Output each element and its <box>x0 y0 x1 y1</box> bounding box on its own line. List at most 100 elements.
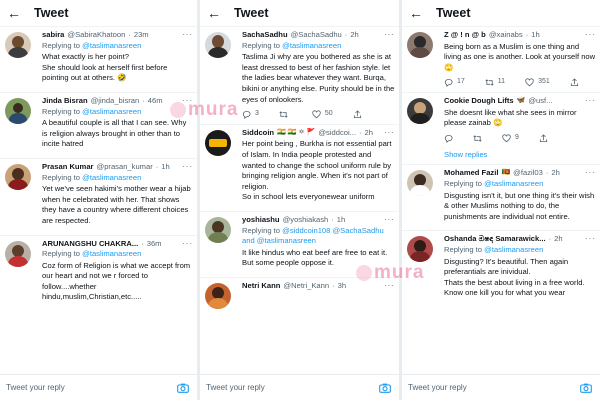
top-bar: ← Tweet <box>0 0 197 27</box>
author-name: yoshiashu <box>242 214 280 224</box>
tweet-text: Taslima Ji why are you bothered as she i… <box>242 52 395 104</box>
mention-link[interactable]: @taslimanasreen <box>484 179 543 188</box>
avatar[interactable] <box>205 282 231 309</box>
like-button[interactable]: 50 <box>312 109 333 120</box>
back-arrow-icon[interactable]: ← <box>4 5 24 21</box>
more-options-icon[interactable]: ··· <box>384 128 395 139</box>
camera-icon[interactable] <box>580 383 592 393</box>
more-options-icon[interactable]: ··· <box>384 215 395 226</box>
replying-to: Replying to @taslimanasreen <box>444 244 544 254</box>
mention-link[interactable]: @taslimanasreen <box>82 173 141 182</box>
timestamp: 36m <box>146 238 162 248</box>
timestamp: 3h <box>337 280 347 290</box>
reply-tweet[interactable]: SachaSadhu @SachaSadhu · 2h ··· Replying to… <box>200 27 399 125</box>
more-options-icon[interactable]: ··· <box>182 30 193 41</box>
reply-count: 3 <box>255 110 259 118</box>
reply-button[interactable]: 17 <box>444 77 465 88</box>
share-icon <box>539 133 547 142</box>
tweet-text: Disgusting? It's beautiful. Then again p… <box>444 256 585 298</box>
reply-button[interactable] <box>444 134 453 143</box>
retweet-icon <box>473 134 482 142</box>
mention-link[interactable]: @taslimanasreen <box>82 107 141 116</box>
reply-tweet[interactable]: Cookie Dough Lifts 🦋 @usf... ··· She doesn… <box>402 93 600 147</box>
more-options-icon[interactable]: ··· <box>585 234 596 245</box>
avatar[interactable] <box>5 240 31 267</box>
reply-tweet[interactable]: Oshanda ඔෂඳ Samarawick... · 2h ··· Replyin… <box>402 231 600 301</box>
reply-tweet[interactable]: ARUNANGSHU CHAKRA... · 36m ··· Replying to… <box>0 236 197 306</box>
camera-icon[interactable] <box>379 383 391 393</box>
reply-tweet[interactable]: yoshiashu @yoshiakash · 1h ··· Replying to … <box>200 212 399 278</box>
share-button[interactable] <box>353 110 362 119</box>
back-arrow-icon[interactable]: ← <box>406 5 426 21</box>
author-handle: @SabiraKhatoon <box>67 30 126 39</box>
show-replies-link[interactable]: Show replies <box>402 147 600 166</box>
tweet-text: Coz form of Religion is what we accept f… <box>42 260 191 302</box>
reply-tweet[interactable]: Netri Kann @Netri_Kann · 3h ··· <box>200 278 399 309</box>
reply-input[interactable]: Tweet your reply <box>408 383 580 392</box>
avatar[interactable] <box>205 129 231 156</box>
share-button[interactable] <box>570 78 579 87</box>
author-handle: @siddcoi... <box>318 127 357 137</box>
avatar[interactable] <box>5 32 31 58</box>
reply-tweet[interactable]: sabira @SabiraKhatoon · 23m ··· Replying to… <box>0 27 197 93</box>
heart-icon <box>502 133 511 142</box>
reply-tweet[interactable]: Z @ ! n @ b @xainabs · 1h ··· Being born as… <box>402 27 600 93</box>
avatar[interactable] <box>407 97 433 124</box>
reply-count: 17 <box>457 78 465 86</box>
tweet-text: Yet we've seen hakimi's mother wear a hi… <box>42 184 191 225</box>
reply-tweet[interactable]: Siddcoin 🇮🇳 🇮🇳 ⚛ 🚩 @siddcoi... · 2h ··· Her … <box>200 125 399 212</box>
name-emoji: 🦋 <box>516 96 526 104</box>
more-options-icon[interactable]: ··· <box>585 30 596 41</box>
avatar[interactable] <box>205 32 231 58</box>
retweet-button[interactable] <box>279 110 292 119</box>
reply-tweet[interactable]: Prasan Kumar @prasan_kumar · 1h ··· Replyin… <box>0 159 197 236</box>
reply-button[interactable]: 3 <box>242 109 259 120</box>
avatar[interactable] <box>407 236 433 263</box>
author-name: Cookie Dough Lifts <box>444 95 514 105</box>
mention-link[interactable]: @taslimanasreen <box>82 249 141 258</box>
heart-icon <box>312 110 321 119</box>
author-name: ARUNANGSHU CHAKRA... <box>42 238 139 248</box>
author-name: Mohamed Fazil <box>444 168 499 178</box>
reply-input[interactable]: Tweet your reply <box>206 383 379 392</box>
reply-list: Z @ ! n @ b @xainabs · 1h ··· Being born as… <box>402 27 600 374</box>
tweet-text: Her point being , Burkha is not essentia… <box>242 139 392 202</box>
reply-composer: Tweet your reply <box>200 374 399 400</box>
name-emoji-flags: 🇮🇳 🇮🇳 ⚛ 🚩 <box>277 128 316 136</box>
share-button[interactable] <box>539 133 548 143</box>
camera-icon[interactable] <box>177 383 189 393</box>
tweet-panel-middle: ← Tweet SachaSadhu @SachaSadhu · 2h ··· Rep… <box>200 0 399 400</box>
retweet-button[interactable] <box>473 134 482 143</box>
reply-list: SachaSadhu @SachaSadhu · 2h ··· Replying to… <box>200 27 399 374</box>
retweet-button[interactable]: 11 <box>485 77 505 88</box>
like-button[interactable]: 351 <box>525 77 550 88</box>
mention-link[interactable]: @taslimanasreen <box>282 41 341 50</box>
timestamp: 23m <box>133 30 149 39</box>
author-name: Oshanda ඔෂඳ Samarawick... <box>444 234 546 244</box>
top-bar: ← Tweet <box>200 0 399 27</box>
mention-link[interactable]: @taslimanasreen <box>82 41 141 50</box>
avatar[interactable] <box>407 170 433 197</box>
author-name: Jinda Bisran <box>42 95 88 105</box>
more-options-icon[interactable]: ··· <box>585 96 596 107</box>
back-arrow-icon[interactable]: ← <box>204 5 224 21</box>
page-title: Tweet <box>234 6 269 20</box>
avatar[interactable] <box>5 97 31 124</box>
avatar[interactable] <box>5 163 31 190</box>
more-options-icon[interactable]: ··· <box>182 239 193 250</box>
more-options-icon[interactable]: ··· <box>384 281 395 292</box>
more-options-icon[interactable]: ··· <box>182 162 193 173</box>
more-options-icon[interactable]: ··· <box>384 30 395 41</box>
reply-input[interactable]: Tweet your reply <box>6 383 177 392</box>
reply-icon <box>444 134 453 143</box>
reply-tweet[interactable]: Jinda Bisran @jinda_bisran · 46m ··· Replyi… <box>0 93 197 159</box>
reply-tweet[interactable]: Mohamed Fazil 🇱🇰 @fazil03 · 2h ··· Replying … <box>402 165 600 232</box>
retweet-icon <box>485 79 494 86</box>
more-options-icon[interactable]: ··· <box>182 96 193 107</box>
like-button[interactable]: 9 <box>502 133 519 144</box>
more-options-icon[interactable]: ··· <box>585 168 596 179</box>
avatar[interactable] <box>407 32 433 58</box>
tweet-text: She doesnt like what she sees in mirror … <box>444 107 577 128</box>
mention-link[interactable]: @taslimanasreen <box>484 245 543 254</box>
avatar[interactable] <box>205 216 231 243</box>
